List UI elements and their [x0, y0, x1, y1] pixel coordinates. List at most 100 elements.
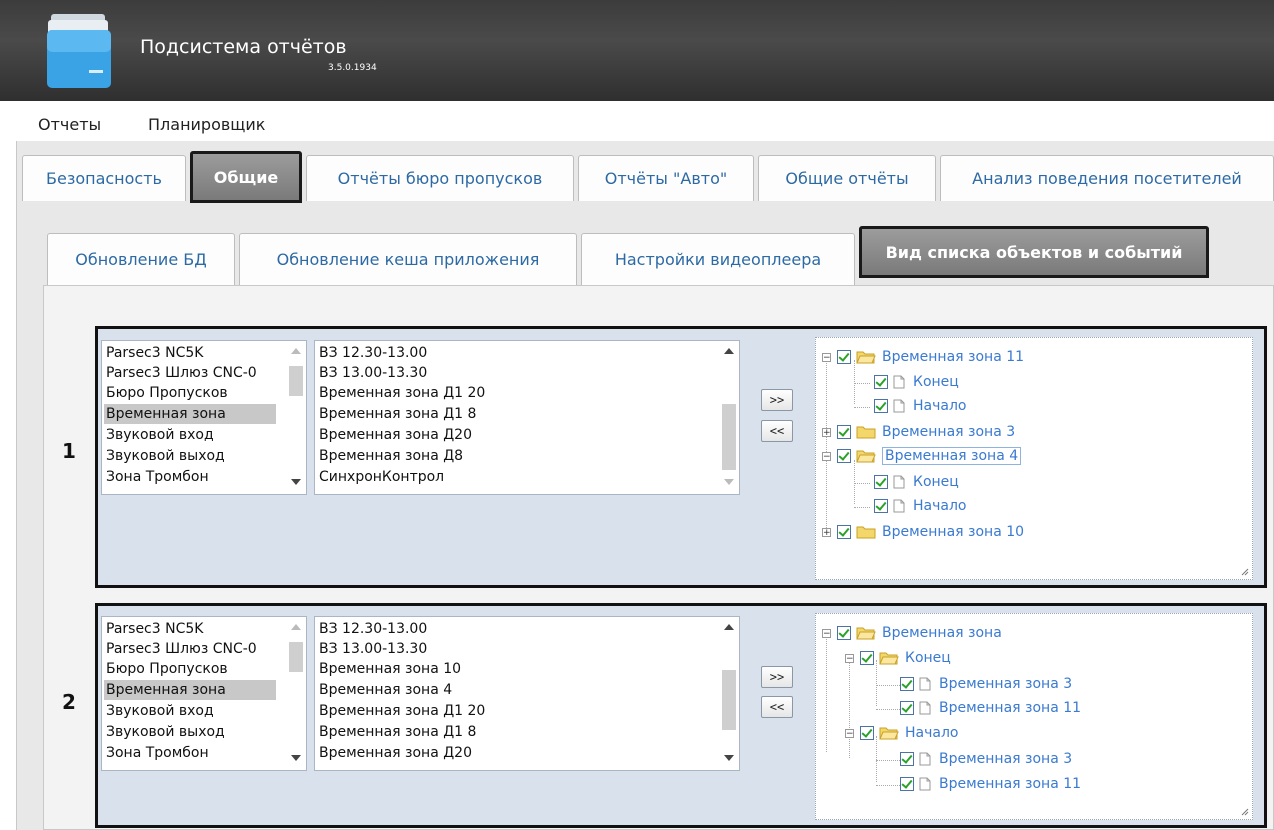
tree-node-label[interactable]: Временная зона 10: [882, 524, 1024, 540]
checkbox-checked-icon[interactable]: [837, 350, 851, 364]
tree-node[interactable]: Конец: [874, 472, 959, 492]
checkbox-checked-icon[interactable]: [874, 399, 888, 413]
checkbox-checked-icon[interactable]: [900, 752, 914, 766]
tree-node[interactable]: Временная зона 11: [900, 774, 1081, 794]
tree-node[interactable]: − Временная зона: [822, 623, 1002, 643]
tab-auto-reports[interactable]: Отчёты "Авто": [578, 155, 754, 201]
tree-node-label-focused[interactable]: Временная зона 4: [882, 447, 1022, 465]
tree-node-label[interactable]: Временная зона 3: [939, 751, 1072, 767]
object-list-item[interactable]: Временная зона Д1 20: [319, 383, 485, 403]
tree-node-label[interactable]: Временная зона 11: [939, 700, 1081, 716]
scroll-up-icon[interactable]: [291, 348, 301, 354]
panel-1-remove-button[interactable]: <<: [761, 420, 793, 442]
tree-node-label[interactable]: Начало: [905, 725, 958, 741]
panel-2-object-list[interactable]: ВЗ 12.30-13.00 ВЗ 13.00-13.30 Временная …: [314, 616, 740, 771]
object-list-item[interactable]: Временная зона Д20: [319, 425, 472, 445]
object-list-item[interactable]: ВЗ 12.30-13.00: [319, 343, 427, 363]
checkbox-checked-icon[interactable]: [860, 651, 874, 665]
checkbox-checked-icon[interactable]: [900, 701, 914, 715]
type-list-item[interactable]: Зона Тромбон: [106, 743, 209, 763]
tab-visitor-behavior[interactable]: Анализ поведения посетителей: [940, 155, 1274, 201]
scroll-down-icon[interactable]: [724, 755, 734, 761]
collapse-icon[interactable]: −: [822, 451, 831, 461]
type-list-item[interactable]: Parsec3 Шлюз CNC-0: [106, 363, 257, 383]
scroll-up-icon[interactable]: [724, 624, 734, 630]
checkbox-checked-icon[interactable]: [900, 677, 914, 691]
checkbox-checked-icon[interactable]: [874, 375, 888, 389]
resize-grip-icon[interactable]: [1241, 808, 1249, 816]
checkbox-checked-icon[interactable]: [837, 626, 851, 640]
collapse-icon[interactable]: −: [822, 352, 831, 362]
checkbox-checked-icon[interactable]: [837, 449, 851, 463]
scroll-thumb[interactable]: [289, 366, 303, 396]
expand-icon[interactable]: +: [822, 427, 831, 437]
subtab-videoplayer-settings[interactable]: Настройки видеоплеера: [581, 233, 855, 285]
scroll-up-icon[interactable]: [724, 348, 734, 354]
type-list-item[interactable]: Бюро Пропусков: [106, 383, 228, 403]
tree-node[interactable]: Временная зона 11: [900, 698, 1081, 718]
tree-node[interactable]: + Временная зона 10: [822, 522, 1024, 542]
tree-node[interactable]: − Конец: [845, 648, 951, 668]
panel-2-type-list[interactable]: Parsec3 NC5K Parsec3 Шлюз CNC-0 Бюро Про…: [101, 616, 307, 771]
type-list-item[interactable]: Зона Тромбон: [106, 467, 209, 487]
scroll-up-icon[interactable]: [291, 624, 301, 630]
object-list-item[interactable]: ВЗ 13.00-13.30: [319, 363, 427, 383]
panel-1-event-tree[interactable]: − Временная зона 11 Конец Начало + Време…: [815, 337, 1253, 580]
scroll-down-icon[interactable]: [291, 755, 301, 761]
scroll-down-icon[interactable]: [724, 479, 734, 485]
subtab-object-list-view[interactable]: Вид списка объектов и событий: [859, 226, 1209, 278]
tab-general-reports[interactable]: Общие отчёты: [758, 155, 936, 201]
type-list-item[interactable]: Звуковой вход: [106, 425, 214, 445]
tree-node-label[interactable]: Конец: [913, 474, 959, 490]
type-list-item[interactable]: Звуковой выход: [106, 722, 225, 742]
tree-node-label[interactable]: Конец: [913, 374, 959, 390]
object-list-item[interactable]: Временная зона Д1 20: [319, 701, 485, 721]
tree-node[interactable]: Временная зона 3: [900, 674, 1072, 694]
object-list-item[interactable]: Временная зона Д20: [319, 743, 472, 763]
panel-2-add-button[interactable]: >>: [761, 666, 793, 688]
tree-node[interactable]: − Начало: [845, 723, 958, 743]
checkbox-checked-icon[interactable]: [900, 777, 914, 791]
checkbox-checked-icon[interactable]: [837, 425, 851, 439]
scroll-thumb[interactable]: [289, 642, 303, 672]
tree-node-label[interactable]: Начало: [913, 498, 966, 514]
type-list-item[interactable]: Бюро Пропусков: [106, 659, 228, 679]
menu-item-scheduler[interactable]: Планировщик: [148, 115, 265, 134]
type-list-scrollbar[interactable]: [287, 342, 305, 493]
type-list-item-selected[interactable]: Временная зона: [104, 680, 276, 700]
panel-1-type-list[interactable]: Parsec3 NC5K Parsec3 Шлюз CNC-0 Бюро Про…: [101, 340, 307, 495]
subtab-db-update[interactable]: Обновление БД: [47, 233, 235, 285]
tree-node[interactable]: − Временная зона 11: [822, 347, 1024, 367]
object-list-item[interactable]: Временная зона Д8: [319, 446, 463, 466]
tab-pass-office-reports[interactable]: Отчёты бюро пропусков: [306, 155, 574, 201]
object-list-scrollbar[interactable]: [720, 618, 738, 769]
checkbox-checked-icon[interactable]: [874, 475, 888, 489]
tree-node[interactable]: Начало: [874, 496, 966, 516]
object-list-item[interactable]: ВЗ 12.30-13.00: [319, 619, 427, 639]
object-list-item[interactable]: Временная зона 4: [319, 680, 452, 700]
tree-node-label[interactable]: Временная зона 11: [939, 776, 1081, 792]
type-list-item[interactable]: Parsec3 NC5K: [106, 343, 203, 363]
checkbox-checked-icon[interactable]: [860, 726, 874, 740]
scroll-down-icon[interactable]: [291, 479, 301, 485]
tree-node[interactable]: Конец: [874, 372, 959, 392]
panel-2-event-tree[interactable]: − Временная зона − Конец Временная зона …: [815, 613, 1253, 820]
expand-icon[interactable]: +: [822, 527, 831, 537]
object-list-item[interactable]: Временная зона Д1 8: [319, 722, 476, 742]
collapse-icon[interactable]: −: [845, 728, 854, 738]
tab-general[interactable]: Общие: [190, 151, 302, 203]
collapse-icon[interactable]: −: [822, 628, 831, 638]
type-list-item-selected[interactable]: Временная зона: [104, 404, 276, 424]
tab-security[interactable]: Безопасность: [22, 155, 186, 201]
tree-node[interactable]: Временная зона 3: [900, 749, 1072, 769]
object-list-item[interactable]: Временная зона 10: [319, 659, 461, 679]
tree-node-label[interactable]: Начало: [913, 398, 966, 414]
menu-item-reports[interactable]: Отчеты: [38, 115, 101, 134]
panel-1-add-button[interactable]: >>: [761, 389, 793, 411]
type-list-item[interactable]: Parsec3 Шлюз CNC-0: [106, 639, 257, 659]
type-list-item[interactable]: Звуковой вход: [106, 701, 214, 721]
type-list-item[interactable]: Parsec3 NC5K: [106, 619, 203, 639]
object-list-scrollbar[interactable]: [720, 342, 738, 493]
tree-node-label[interactable]: Временная зона 3: [882, 424, 1015, 440]
object-list-item[interactable]: ВЗ 13.00-13.30: [319, 639, 427, 659]
